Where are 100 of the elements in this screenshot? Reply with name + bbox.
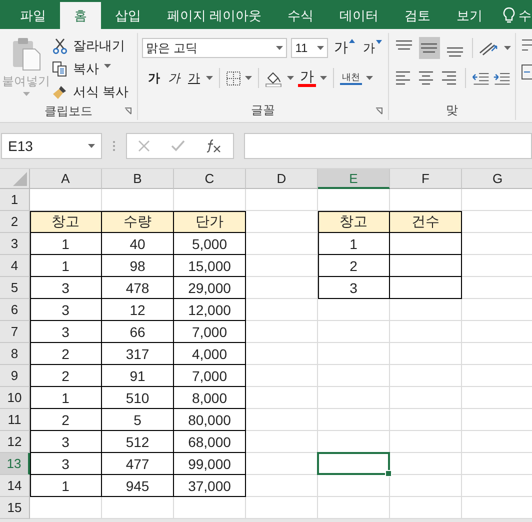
dialog-launcher-icon[interactable]: [375, 107, 383, 115]
font-name-field[interactable]: 맑은 고딕: [142, 38, 288, 58]
table-cell: 5,000: [174, 233, 246, 255]
column-header[interactable]: F: [390, 169, 462, 189]
table-cell: 37,000: [174, 475, 246, 497]
table-cell: 91: [102, 365, 174, 387]
row-header[interactable]: 13: [0, 453, 30, 475]
ribbon-tab[interactable]: 삽입: [103, 2, 153, 29]
header-cell: 창고: [30, 211, 102, 233]
merge-cells-icon[interactable]: [520, 63, 532, 81]
tell-me-text[interactable]: 수: [518, 6, 532, 24]
row-header[interactable]: 9: [0, 365, 30, 387]
table-cell: 12: [102, 299, 174, 321]
column-header[interactable]: D: [246, 169, 318, 189]
table-cell: 2: [30, 409, 102, 431]
table-cell: 1: [30, 475, 102, 497]
header-cell: 단가: [174, 211, 246, 233]
dropdown-caret-icon[interactable]: [320, 76, 327, 80]
row-header[interactable]: 14: [0, 475, 30, 497]
table-cell: 3: [30, 431, 102, 453]
row-header[interactable]: 3: [0, 233, 30, 255]
table-cell: 317: [102, 343, 174, 365]
table-cell: 8,000: [174, 387, 246, 409]
table-cell: 2: [30, 365, 102, 387]
underline-button[interactable]: 가: [186, 70, 202, 86]
dropdown-caret-icon[interactable]: [504, 46, 511, 50]
decrease-font-size-button[interactable]: 가: [361, 40, 384, 56]
table-cell: 3: [30, 453, 102, 475]
row-header[interactable]: 2: [0, 211, 30, 233]
row-header[interactable]: 5: [0, 277, 30, 299]
header-cell: 수량: [102, 211, 174, 233]
column-header[interactable]: C: [174, 169, 246, 189]
dropdown-caret-icon[interactable]: [317, 46, 324, 50]
dropdown-caret-icon: [22, 92, 30, 96]
format-painter-button[interactable]: 서식 복사: [52, 81, 129, 102]
table-cell: 945: [102, 475, 174, 497]
vertical-align-button[interactable]: [418, 37, 440, 59]
ribbon-tab[interactable]: 홈: [60, 2, 101, 29]
dropdown-caret-icon[interactable]: [245, 76, 252, 80]
row-header[interactable]: 6: [0, 299, 30, 321]
row-header[interactable]: 1: [0, 189, 30, 211]
ribbon-tab[interactable]: 페이지 레이아웃: [155, 2, 274, 29]
dropdown-caret-icon[interactable]: [206, 76, 213, 80]
row-header[interactable]: 8: [0, 343, 30, 365]
table-cell: 66: [102, 321, 174, 343]
group-label: 맞: [446, 102, 458, 118]
increase-indent-icon[interactable]: [493, 70, 511, 86]
dropdown-caret-icon[interactable]: [104, 64, 111, 68]
table-cell: 99,000: [174, 453, 246, 475]
dropdown-caret-icon[interactable]: [287, 76, 294, 80]
table-cell: 68,000: [174, 431, 246, 453]
header-cell: 창고: [318, 211, 390, 233]
paintbrush-icon: [52, 84, 68, 100]
row-header[interactable]: 12: [0, 431, 30, 453]
row-header[interactable]: 4: [0, 255, 30, 277]
formula-input[interactable]: [244, 132, 532, 158]
row-header[interactable]: 10: [0, 387, 30, 409]
column-header[interactable]: A: [30, 169, 102, 189]
phonetic-guide-button[interactable]: 내천: [340, 71, 362, 85]
font-color-button[interactable]: 가: [298, 69, 316, 87]
table-cell: [390, 233, 462, 255]
down-arrow-icon: [376, 40, 382, 44]
decrease-indent-icon[interactable]: [472, 70, 490, 86]
increase-font-size-button[interactable]: 가: [332, 39, 357, 57]
italic-button[interactable]: 가: [166, 70, 182, 86]
copy-button[interactable]: 복사: [52, 58, 129, 79]
table-cell: 3: [318, 277, 390, 299]
bold-button[interactable]: 가: [146, 70, 162, 86]
dropdown-caret-icon[interactable]: [366, 76, 373, 80]
row-header[interactable]: 7: [0, 321, 30, 343]
dropdown-caret-icon[interactable]: [276, 46, 284, 50]
table-cell: 2: [318, 255, 390, 277]
clipboard-icon: [11, 37, 41, 71]
up-arrow-icon: [349, 39, 355, 43]
name-box[interactable]: E13: [1, 132, 102, 158]
borders-icon[interactable]: [226, 70, 241, 86]
cut-button[interactable]: 잘라내기: [52, 35, 129, 56]
ribbon-tab[interactable]: 수식: [276, 2, 326, 29]
table-cell: 1: [30, 255, 102, 277]
column-header[interactable]: E: [318, 169, 390, 189]
table-cell: [390, 255, 462, 277]
font-size-field[interactable]: 11: [291, 38, 328, 58]
dropdown-caret-icon[interactable]: [88, 144, 95, 148]
ribbon-tab[interactable]: 검토: [392, 2, 443, 29]
table-cell: 512: [102, 431, 174, 453]
enter-check-icon[interactable]: [170, 140, 185, 152]
row-header[interactable]: 11: [0, 409, 30, 431]
lightbulb-icon: [502, 7, 515, 24]
column-header[interactable]: G: [462, 169, 532, 189]
ribbon-tab[interactable]: 보기: [444, 2, 495, 29]
scissors-icon: [52, 38, 68, 54]
insert-function-icon[interactable]: [206, 138, 222, 152]
row-header[interactable]: 15: [0, 497, 30, 519]
selected-cell[interactable]: [317, 452, 390, 475]
table-cell: 40: [102, 233, 174, 255]
ribbon-tab[interactable]: 데이터: [328, 2, 391, 29]
dialog-launcher-icon[interactable]: [124, 107, 132, 115]
table-cell: 2: [30, 343, 102, 365]
column-header[interactable]: B: [102, 169, 174, 189]
ribbon-tab[interactable]: 파일: [8, 2, 58, 29]
